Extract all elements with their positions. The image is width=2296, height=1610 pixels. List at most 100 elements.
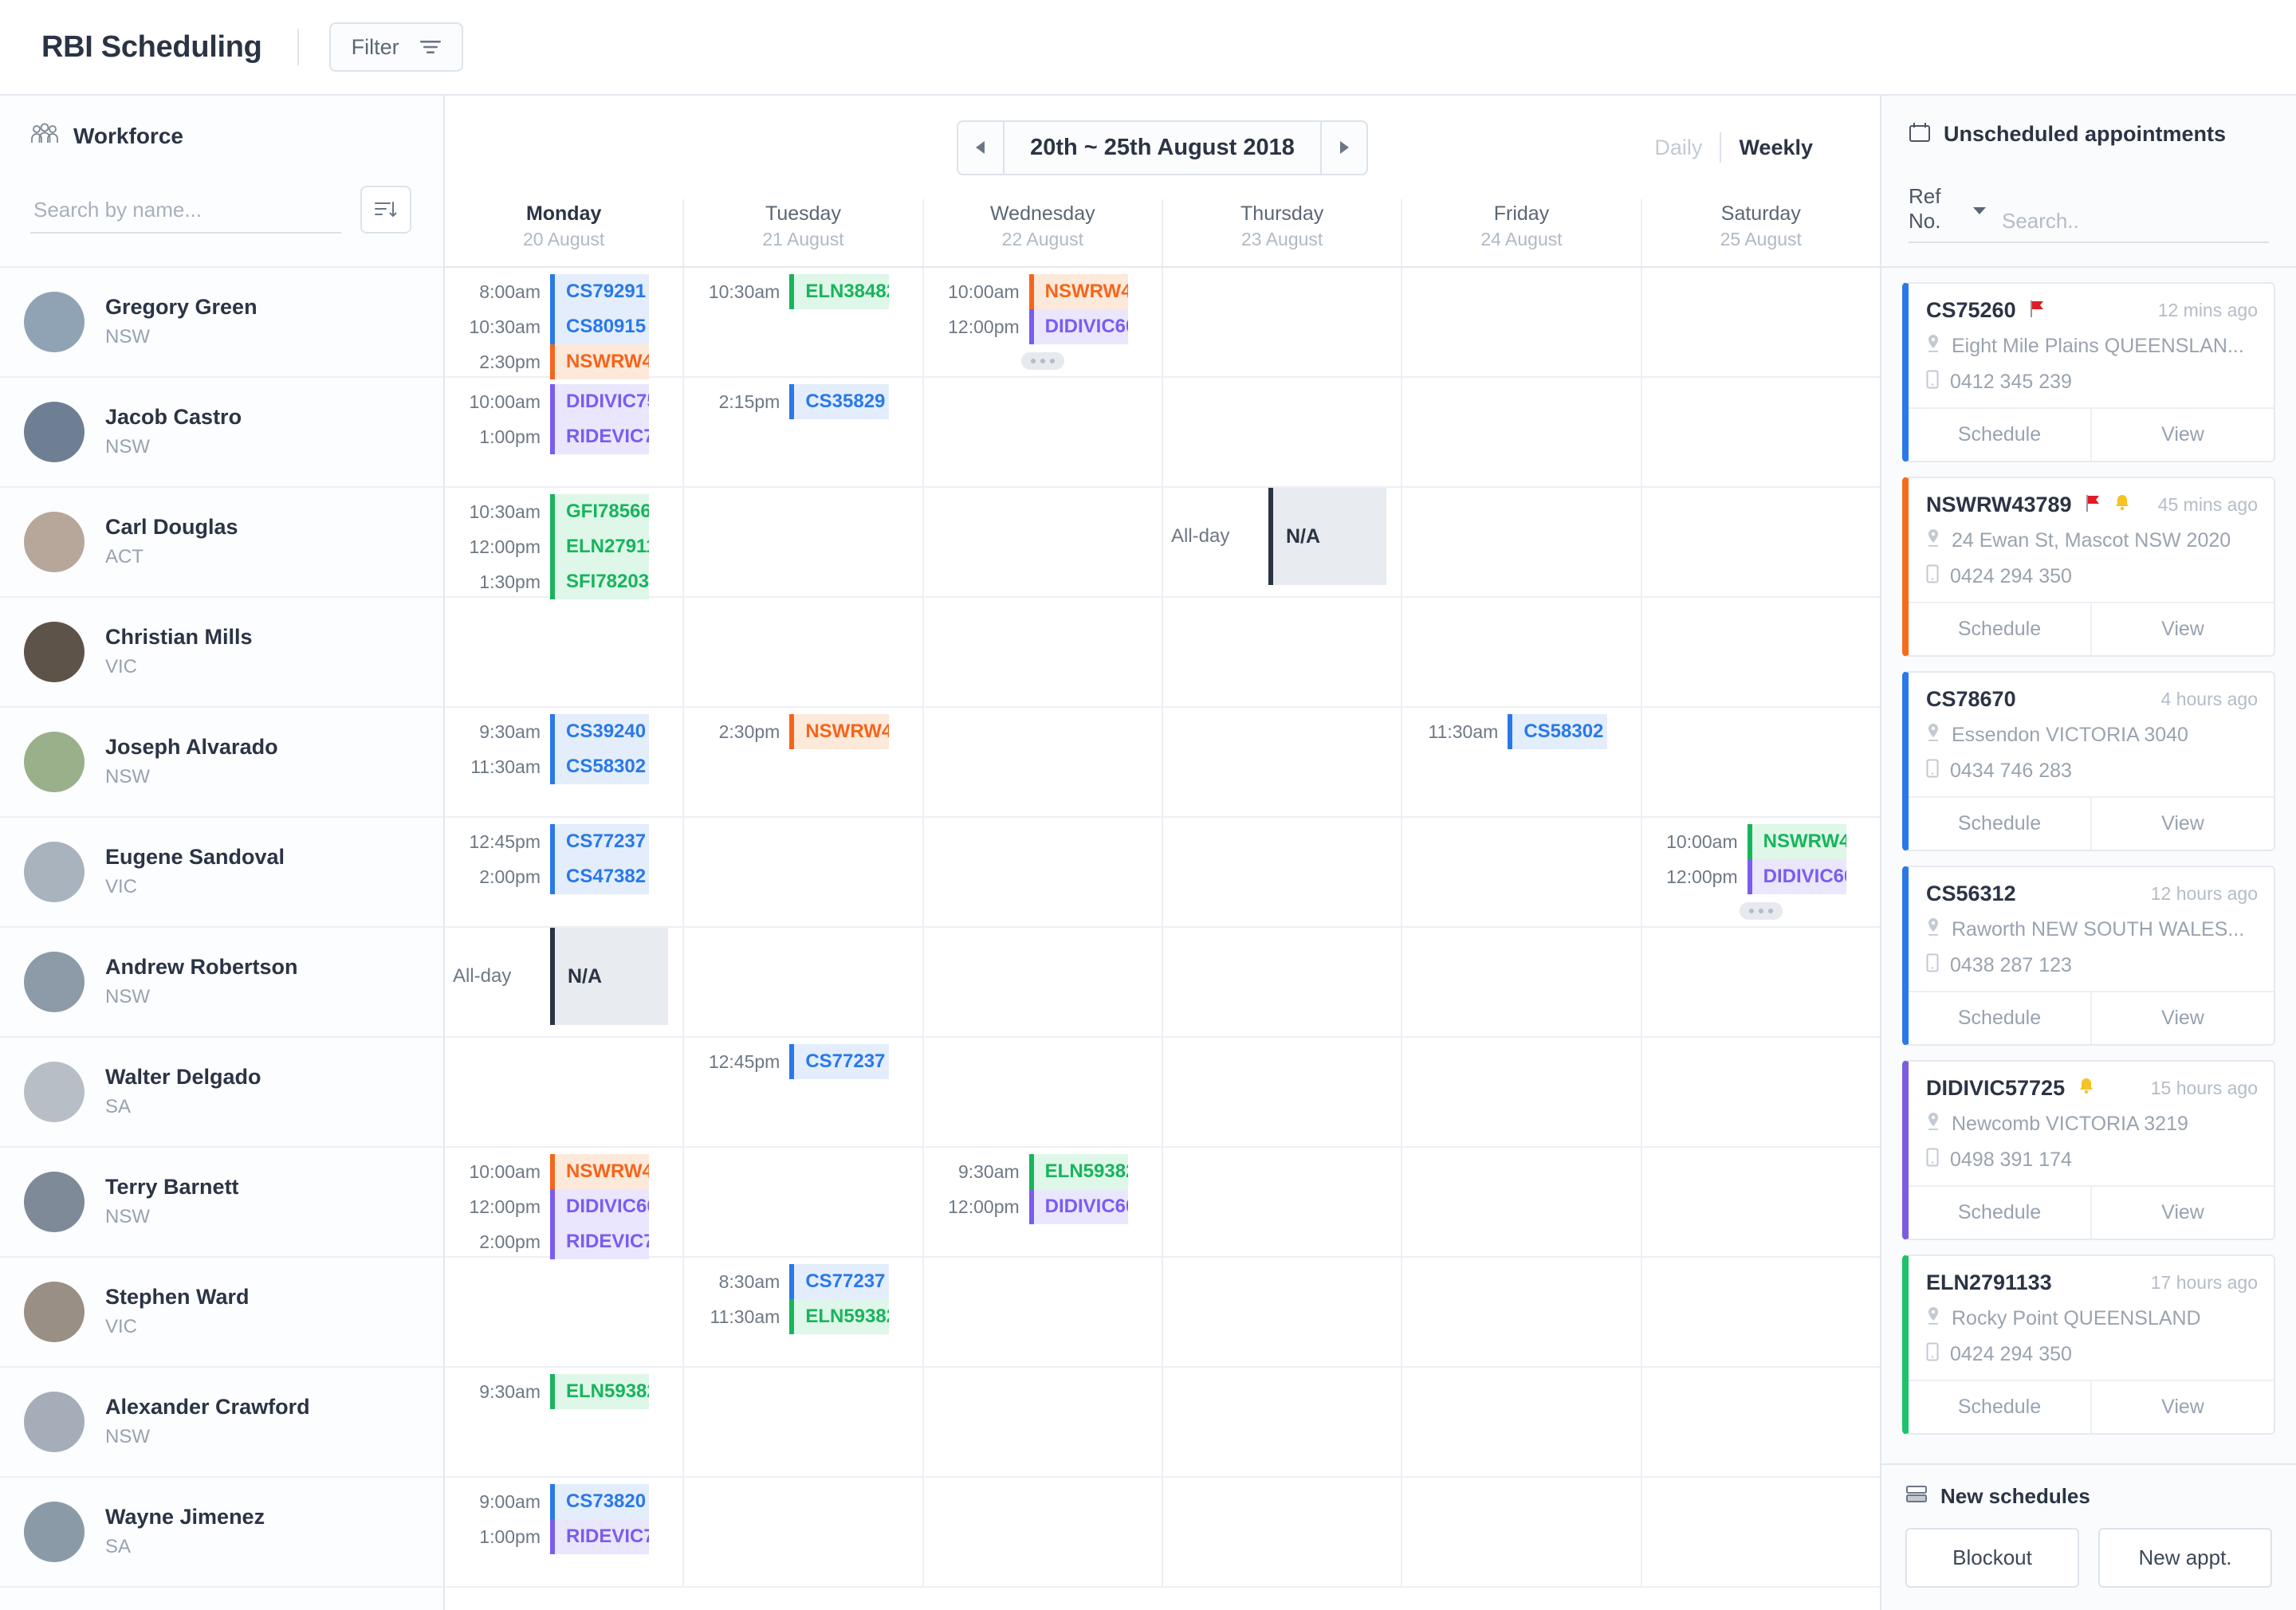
card-view-button[interactable]: View (2090, 798, 2274, 850)
calendar-cell[interactable] (1641, 1038, 1880, 1146)
card-view-button[interactable]: View (2090, 409, 2274, 461)
calendar-cell[interactable] (1162, 708, 1401, 816)
calendar-cell[interactable] (1641, 1258, 1880, 1366)
workforce-row[interactable]: Stephen WardVIC (0, 1258, 443, 1368)
calendar-cell[interactable] (682, 488, 922, 596)
calendar-cell[interactable] (922, 1368, 1162, 1476)
calendar-cell[interactable] (1162, 1368, 1401, 1476)
calendar-cell[interactable] (682, 818, 922, 926)
card-schedule-button[interactable]: Schedule (1909, 1381, 2090, 1433)
card-view-button[interactable]: View (2090, 603, 2274, 655)
calendar-cell[interactable] (1641, 488, 1880, 596)
workforce-row[interactable]: Gregory GreenNSW (0, 268, 443, 378)
workforce-row[interactable]: Wayne JimenezSA (0, 1478, 443, 1588)
calendar-cell[interactable] (682, 598, 922, 706)
calendar-cell[interactable]: 10:30amELN38482.. (682, 268, 922, 376)
card-schedule-button[interactable]: Schedule (1909, 603, 2090, 655)
appointment-chip[interactable]: CS58302 (550, 749, 649, 784)
appointment-chip[interactable]: CS47382 (550, 859, 649, 894)
workforce-search-input[interactable] (30, 198, 341, 234)
allday-block[interactable]: All-dayN/A (1163, 488, 1401, 585)
appointment-chip[interactable]: ELN38482.. (789, 274, 888, 309)
workforce-row[interactable]: Walter DelgadoSA (0, 1038, 443, 1148)
more-appointments-button[interactable] (1740, 902, 1783, 920)
calendar-cell[interactable]: 2:15pmCS35829 (682, 378, 922, 486)
unscheduled-card[interactable]: DIDIVIC5772515 hours agoNewcomb VICTORIA… (1902, 1060, 2275, 1240)
appointment-chip[interactable]: SFI78203 (550, 564, 649, 599)
more-appointments-button[interactable] (1021, 352, 1064, 370)
calendar-cell[interactable] (1401, 1148, 1640, 1256)
calendar-cell[interactable] (1641, 708, 1880, 816)
calendar-cell[interactable] (1641, 598, 1880, 706)
appointment-chip[interactable]: NSWRW44.. (1748, 824, 1846, 859)
calendar-cell[interactable] (1401, 928, 1640, 1036)
unscheduled-card[interactable]: CS5631212 hours agoRaworth NEW SOUTH WAL… (1902, 866, 2275, 1046)
appointment-chip[interactable]: CS77237 (789, 1264, 888, 1299)
calendar-cell[interactable] (922, 1478, 1162, 1586)
appointment-chip[interactable]: RIDEVIC73.. (550, 1519, 649, 1554)
calendar-cell[interactable] (922, 928, 1162, 1036)
unscheduled-search-input[interactable] (1995, 209, 2269, 234)
calendar-cell[interactable] (1162, 1038, 1401, 1146)
calendar-cell[interactable] (1401, 488, 1640, 596)
calendar-cell[interactable] (922, 1258, 1162, 1366)
calendar-cell[interactable]: 10:00amNSWRW44..12:00pmDIDIVIC60.. (1641, 818, 1880, 926)
appointment-chip[interactable]: DIDIVIC60.. (1029, 1189, 1128, 1224)
calendar-cell[interactable]: 10:00amNSWRW44..12:00pmDIDIVIC60.. (922, 268, 1162, 376)
card-schedule-button[interactable]: Schedule (1909, 409, 2090, 461)
calendar-cell[interactable] (682, 1478, 922, 1586)
calendar-cell[interactable]: 9:30amELN59382.. (445, 1368, 682, 1476)
calendar-cell[interactable] (1641, 1478, 1880, 1586)
calendar-cell[interactable] (1162, 268, 1401, 376)
workforce-row[interactable]: Joseph AlvaradoNSW (0, 708, 443, 818)
appointment-chip[interactable]: ELN59382.. (789, 1299, 888, 1334)
calendar-cell[interactable] (682, 928, 922, 1036)
calendar-cell[interactable] (1401, 378, 1640, 486)
calendar-cell[interactable] (682, 1148, 922, 1256)
appointment-chip[interactable]: RIDEVIC77.. (550, 1224, 649, 1259)
calendar-cell[interactable] (922, 378, 1162, 486)
calendar-cell[interactable] (1641, 378, 1880, 486)
calendar-cell[interactable]: 2:30pmNSWRW43.. (682, 708, 922, 816)
workforce-row[interactable]: Christian MillsVIC (0, 598, 443, 708)
appointment-chip[interactable]: NSWRW44.. (1029, 274, 1128, 309)
appointment-chip[interactable]: DIDIVIC75.. (550, 384, 649, 419)
appointment-chip[interactable]: CS79291 (550, 274, 649, 309)
refno-dropdown[interactable]: Ref No. (1909, 184, 1987, 234)
appointment-chip[interactable]: CS35829 (789, 384, 888, 419)
calendar-cell[interactable]: 8:30amCS7723711:30amELN59382.. (682, 1258, 922, 1366)
calendar-cell[interactable]: 9:30amELN59382..12:00pmDIDIVIC60.. (922, 1148, 1162, 1256)
appointment-chip[interactable]: DIDIVIC60.. (550, 1189, 649, 1224)
card-schedule-button[interactable]: Schedule (1909, 1187, 2090, 1239)
calendar-cell[interactable] (1641, 928, 1880, 1036)
date-range-label[interactable]: 20th ~ 25th August 2018 (1003, 120, 1322, 175)
tab-weekly[interactable]: Weekly (1721, 135, 1830, 160)
calendar-cell[interactable] (922, 818, 1162, 926)
calendar-cell[interactable]: All-dayN/A (445, 928, 682, 1036)
calendar-cell[interactable]: 10:30amGFI7856612:00pmELN27911..1:30pmSF… (445, 488, 682, 596)
calendar-day-header[interactable]: Wednesday22 August (922, 199, 1162, 266)
card-view-button[interactable]: View (2090, 992, 2274, 1044)
appointment-chip[interactable]: RIDEVIC75.. (550, 419, 649, 454)
calendar-cell[interactable] (682, 1368, 922, 1476)
calendar-cell[interactable]: 12:45pmCS772372:00pmCS47382 (445, 818, 682, 926)
calendar-cell[interactable] (1401, 1368, 1640, 1476)
calendar-cell[interactable] (1162, 818, 1401, 926)
calendar-cell[interactable]: All-dayN/A (1162, 488, 1401, 596)
appointment-chip[interactable]: CS77237 (789, 1044, 888, 1079)
previous-week-button[interactable] (957, 120, 1003, 175)
calendar-cell[interactable] (1162, 928, 1401, 1036)
calendar-cell[interactable] (1401, 1258, 1640, 1366)
unscheduled-card[interactable]: NSWRW4378945 mins ago24 Ewan St, Mascot … (1902, 477, 2275, 657)
appointment-chip[interactable]: NSWRW44.. (550, 1154, 649, 1189)
card-schedule-button[interactable]: Schedule (1909, 992, 2090, 1044)
sort-button[interactable] (360, 186, 411, 234)
calendar-cell[interactable]: 10:00amNSWRW44..12:00pmDIDIVIC60..2:00pm… (445, 1148, 682, 1256)
allday-block[interactable]: All-dayN/A (445, 928, 682, 1025)
calendar-cell[interactable] (445, 598, 682, 706)
blockout-button[interactable]: Blockout (1905, 1528, 2079, 1588)
card-schedule-button[interactable]: Schedule (1909, 798, 2090, 850)
appointment-chip[interactable]: CS77237 (550, 824, 649, 859)
calendar-cell[interactable] (1401, 1478, 1640, 1586)
calendar-day-header[interactable]: Tuesday21 August (682, 199, 922, 266)
